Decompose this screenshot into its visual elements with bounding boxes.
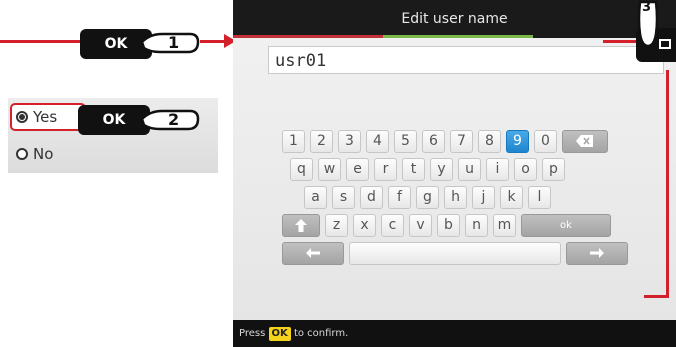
keyboard-row-nav bbox=[282, 242, 628, 265]
key-c[interactable]: c bbox=[381, 214, 404, 237]
key-e[interactable]: e bbox=[346, 158, 369, 181]
key-n[interactable]: n bbox=[465, 214, 488, 237]
shift-key[interactable] bbox=[282, 214, 320, 237]
key-m[interactable]: m bbox=[493, 214, 516, 237]
key-r[interactable]: r bbox=[374, 158, 397, 181]
key-w[interactable]: w bbox=[318, 158, 341, 181]
key-i[interactable]: i bbox=[486, 158, 509, 181]
ok-square-icon bbox=[659, 39, 671, 49]
callout-1-line bbox=[0, 40, 80, 43]
radio-yes-label: Yes bbox=[33, 108, 58, 126]
key-a[interactable]: a bbox=[304, 186, 327, 209]
edit-user-name-screen: Edit user name usr01 1 2 3 4 5 6 7 8 9 0… bbox=[233, 0, 676, 347]
key-0[interactable]: 0 bbox=[534, 130, 557, 153]
callout-3-bracket-bottom bbox=[644, 295, 669, 298]
ok-badge: OK bbox=[268, 327, 291, 341]
key-8[interactable]: 8 bbox=[478, 130, 501, 153]
ok-key[interactable]: ok bbox=[521, 214, 611, 237]
key-6[interactable]: 6 bbox=[422, 130, 445, 153]
key-x[interactable]: x bbox=[353, 214, 376, 237]
key-f[interactable]: f bbox=[388, 186, 411, 209]
key-h[interactable]: h bbox=[444, 186, 467, 209]
key-q[interactable]: q bbox=[290, 158, 313, 181]
key-o[interactable]: o bbox=[514, 158, 537, 181]
key-b[interactable]: b bbox=[437, 214, 460, 237]
keyboard-row-zxcv: z x c v b n m ok bbox=[282, 214, 628, 237]
user-name-input[interactable]: usr01 bbox=[268, 46, 664, 74]
callout-number-3: 3 bbox=[642, 0, 652, 15]
callout-1-arrow-line bbox=[200, 40, 226, 43]
arrow-right-icon bbox=[590, 248, 604, 258]
radio-no-icon[interactable] bbox=[16, 148, 28, 160]
callout-3-bracket-top bbox=[603, 40, 636, 43]
key-u[interactable]: u bbox=[458, 158, 481, 181]
keyboard-row-digits: 1 2 3 4 5 6 7 8 9 0 bbox=[282, 130, 628, 153]
key-2[interactable]: 2 bbox=[310, 130, 333, 153]
backspace-icon bbox=[576, 135, 593, 147]
backspace-key[interactable] bbox=[562, 130, 608, 153]
key-z[interactable]: z bbox=[325, 214, 348, 237]
radio-no-label: No bbox=[33, 145, 54, 163]
shift-icon bbox=[295, 219, 307, 232]
footer-hint: Press OK to confirm. bbox=[233, 320, 676, 347]
key-k[interactable]: k bbox=[500, 186, 523, 209]
arrow-left-icon bbox=[306, 248, 320, 258]
key-1[interactable]: 1 bbox=[282, 130, 305, 153]
key-l[interactable]: l bbox=[528, 186, 551, 209]
key-t[interactable]: t bbox=[402, 158, 425, 181]
callout-3-bracket-side bbox=[666, 70, 669, 297]
on-screen-keyboard: 1 2 3 4 5 6 7 8 9 0 q w e r t y u i o p bbox=[282, 130, 628, 270]
key-p[interactable]: p bbox=[542, 158, 565, 181]
key-5[interactable]: 5 bbox=[394, 130, 417, 153]
key-4[interactable]: 4 bbox=[366, 130, 389, 153]
key-v[interactable]: v bbox=[409, 214, 432, 237]
key-y[interactable]: y bbox=[430, 158, 453, 181]
right-key[interactable] bbox=[566, 242, 628, 265]
title-green-accent bbox=[383, 35, 533, 38]
keyboard-row-asdf: a s d f g h j k l bbox=[282, 186, 628, 209]
callout-number-2: 2 bbox=[168, 110, 180, 129]
radio-yes-icon[interactable] bbox=[16, 111, 28, 123]
key-s[interactable]: s bbox=[332, 186, 355, 209]
left-key[interactable] bbox=[282, 242, 344, 265]
footer-prefix: Press bbox=[239, 328, 266, 339]
keyboard-row-qwerty: q w e r t y u i o p bbox=[282, 158, 628, 181]
screen-title: Edit user name bbox=[233, 0, 676, 38]
key-j[interactable]: j bbox=[472, 186, 495, 209]
footer-suffix: to confirm. bbox=[293, 328, 349, 339]
key-d[interactable]: d bbox=[360, 186, 383, 209]
callout-number-1: 1 bbox=[168, 33, 180, 52]
key-9-selected[interactable]: 9 bbox=[506, 130, 529, 153]
space-key[interactable] bbox=[349, 242, 561, 265]
key-3[interactable]: 3 bbox=[338, 130, 361, 153]
key-g[interactable]: g bbox=[416, 186, 439, 209]
key-7[interactable]: 7 bbox=[450, 130, 473, 153]
title-red-accent bbox=[233, 35, 383, 38]
